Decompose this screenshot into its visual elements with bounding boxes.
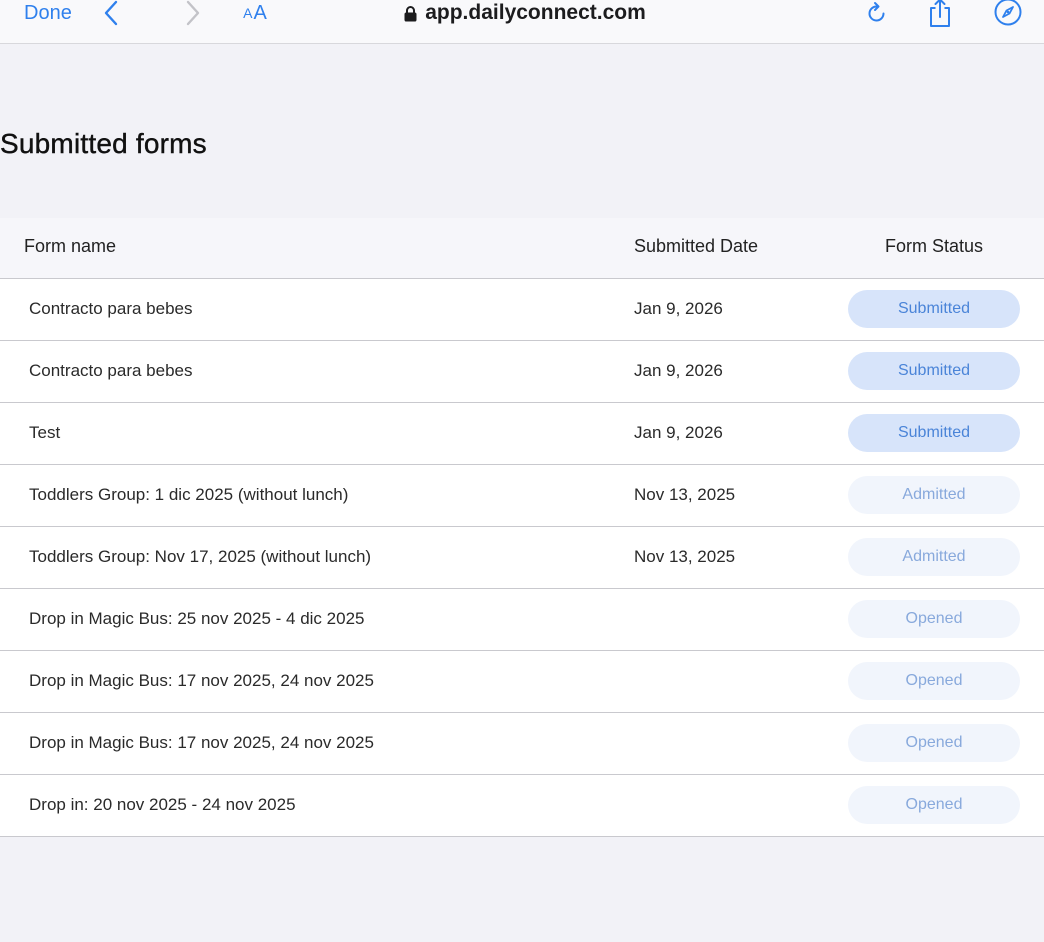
share-icon[interactable] xyxy=(926,0,954,27)
lock-icon xyxy=(404,5,417,22)
status-badge: Submitted xyxy=(848,414,1020,452)
text-size-small-glyph: A xyxy=(243,5,253,21)
form-name-cell: Test xyxy=(29,423,61,442)
status-badge: Opened xyxy=(848,600,1020,638)
table-row[interactable]: Drop in Magic Bus: 25 nov 2025 - 4 dic 2… xyxy=(0,589,1044,651)
form-name-cell: Contracto para bebes xyxy=(29,361,193,380)
table-row[interactable]: Toddlers Group: 1 dic 2025 (without lunc… xyxy=(0,465,1044,527)
table-row[interactable]: Contracto para bebes Jan 9, 2026 Submitt… xyxy=(0,279,1044,341)
table-row[interactable]: Drop in: 20 nov 2025 - 24 nov 2025 Opene… xyxy=(0,775,1044,837)
submitted-date-cell: Nov 13, 2025 xyxy=(634,547,736,566)
submitted-date-cell: Nov 13, 2025 xyxy=(634,485,736,504)
back-icon[interactable] xyxy=(100,0,122,26)
status-badge: Admitted xyxy=(848,476,1020,514)
status-badge: Submitted xyxy=(848,290,1020,328)
column-header-submitted-date: Submitted Date xyxy=(634,236,759,256)
form-name-cell: Contracto para bebes xyxy=(29,299,193,318)
done-button[interactable]: Done xyxy=(24,0,72,26)
column-header-form-status: Form Status xyxy=(884,236,984,256)
status-badge: Opened xyxy=(848,662,1020,700)
reader-text-size-button[interactable]: AA xyxy=(240,0,270,26)
form-name-cell: Toddlers Group: 1 dic 2025 (without lunc… xyxy=(29,485,349,504)
table-row[interactable]: Contracto para bebes Jan 9, 2026 Submitt… xyxy=(0,341,1044,403)
submitted-date-cell: Jan 9, 2026 xyxy=(634,361,723,380)
table-row[interactable]: Drop in Magic Bus: 17 nov 2025, 24 nov 2… xyxy=(0,651,1044,713)
table-row[interactable]: Toddlers Group: Nov 17, 2025 (without lu… xyxy=(0,527,1044,589)
browser-toolbar: Done AA app.dailyconnect.com xyxy=(0,0,1044,44)
compass-icon[interactable] xyxy=(992,0,1024,26)
page-title: Submitted forms xyxy=(0,128,207,159)
submitted-date-cell: Jan 9, 2026 xyxy=(634,423,723,442)
form-name-cell: Drop in Magic Bus: 25 nov 2025 - 4 dic 2… xyxy=(29,609,365,628)
status-badge: Opened xyxy=(848,786,1020,824)
status-badge: Admitted xyxy=(848,538,1020,576)
forward-icon[interactable] xyxy=(182,0,204,26)
status-badge: Submitted xyxy=(848,352,1020,390)
table-header: Form name Submitted Date Form Status xyxy=(0,218,1044,279)
column-header-form-name: Form name xyxy=(24,236,117,256)
form-name-cell: Drop in: 20 nov 2025 - 24 nov 2025 xyxy=(29,795,296,814)
form-name-cell: Drop in Magic Bus: 17 nov 2025, 24 nov 2… xyxy=(29,671,374,690)
reload-icon[interactable] xyxy=(864,0,890,26)
table-row[interactable]: Test Jan 9, 2026 Submitted xyxy=(0,403,1044,465)
form-name-cell: Toddlers Group: Nov 17, 2025 (without lu… xyxy=(29,547,372,566)
text-size-large-glyph: A xyxy=(253,1,267,24)
submitted-date-cell: Jan 9, 2026 xyxy=(634,299,723,318)
status-badge: Opened xyxy=(848,724,1020,762)
form-name-cell: Drop in Magic Bus: 17 nov 2025, 24 nov 2… xyxy=(29,733,374,752)
address-bar[interactable]: app.dailyconnect.com xyxy=(380,0,670,26)
table-row[interactable]: Drop in Magic Bus: 17 nov 2025, 24 nov 2… xyxy=(0,713,1044,775)
url-text: app.dailyconnect.com xyxy=(425,1,646,24)
submitted-forms-table: Form name Submitted Date Form Status Con… xyxy=(0,218,1044,837)
